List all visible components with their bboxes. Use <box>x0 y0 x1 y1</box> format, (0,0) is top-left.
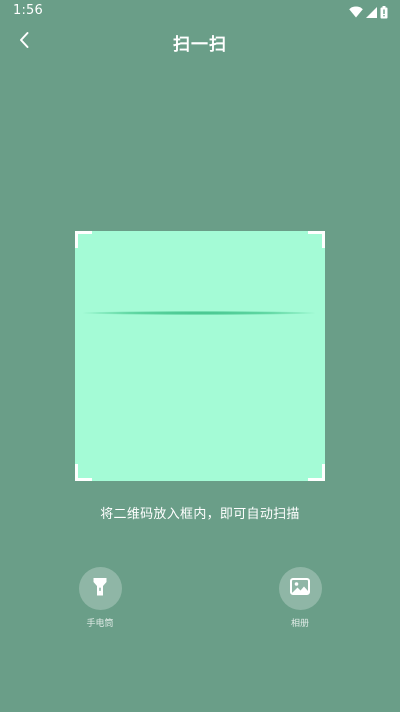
status-bar: 1:56 <box>0 0 400 24</box>
frame-corner-bottom-right <box>308 464 325 481</box>
scan-hint: 将二维码放入框内，即可自动扫描 <box>100 507 300 522</box>
frame-corner-top-left <box>75 231 92 248</box>
album-button-circle[interactable] <box>278 567 322 610</box>
status-time: 1:56 <box>13 3 43 18</box>
scan-frame <box>75 231 325 481</box>
wifi-icon <box>349 6 363 18</box>
flashlight-icon <box>92 577 108 601</box>
status-icons <box>349 5 388 19</box>
scan-line <box>83 311 315 315</box>
album-label: 相册 <box>290 619 309 629</box>
frame-corner-top-right <box>308 231 325 248</box>
flashlight-label: 手电筒 <box>86 619 114 629</box>
signal-icon <box>366 6 377 18</box>
battery-icon <box>380 5 388 19</box>
page-title: 扫一扫 <box>173 35 227 55</box>
album-button[interactable]: 相册 <box>270 567 330 629</box>
flashlight-button[interactable]: 手电筒 <box>70 567 130 629</box>
flashlight-button-circle[interactable] <box>78 567 122 610</box>
image-icon <box>290 578 310 599</box>
toolbar: 扫一扫 <box>0 24 400 60</box>
frame-corner-bottom-left <box>75 464 92 481</box>
